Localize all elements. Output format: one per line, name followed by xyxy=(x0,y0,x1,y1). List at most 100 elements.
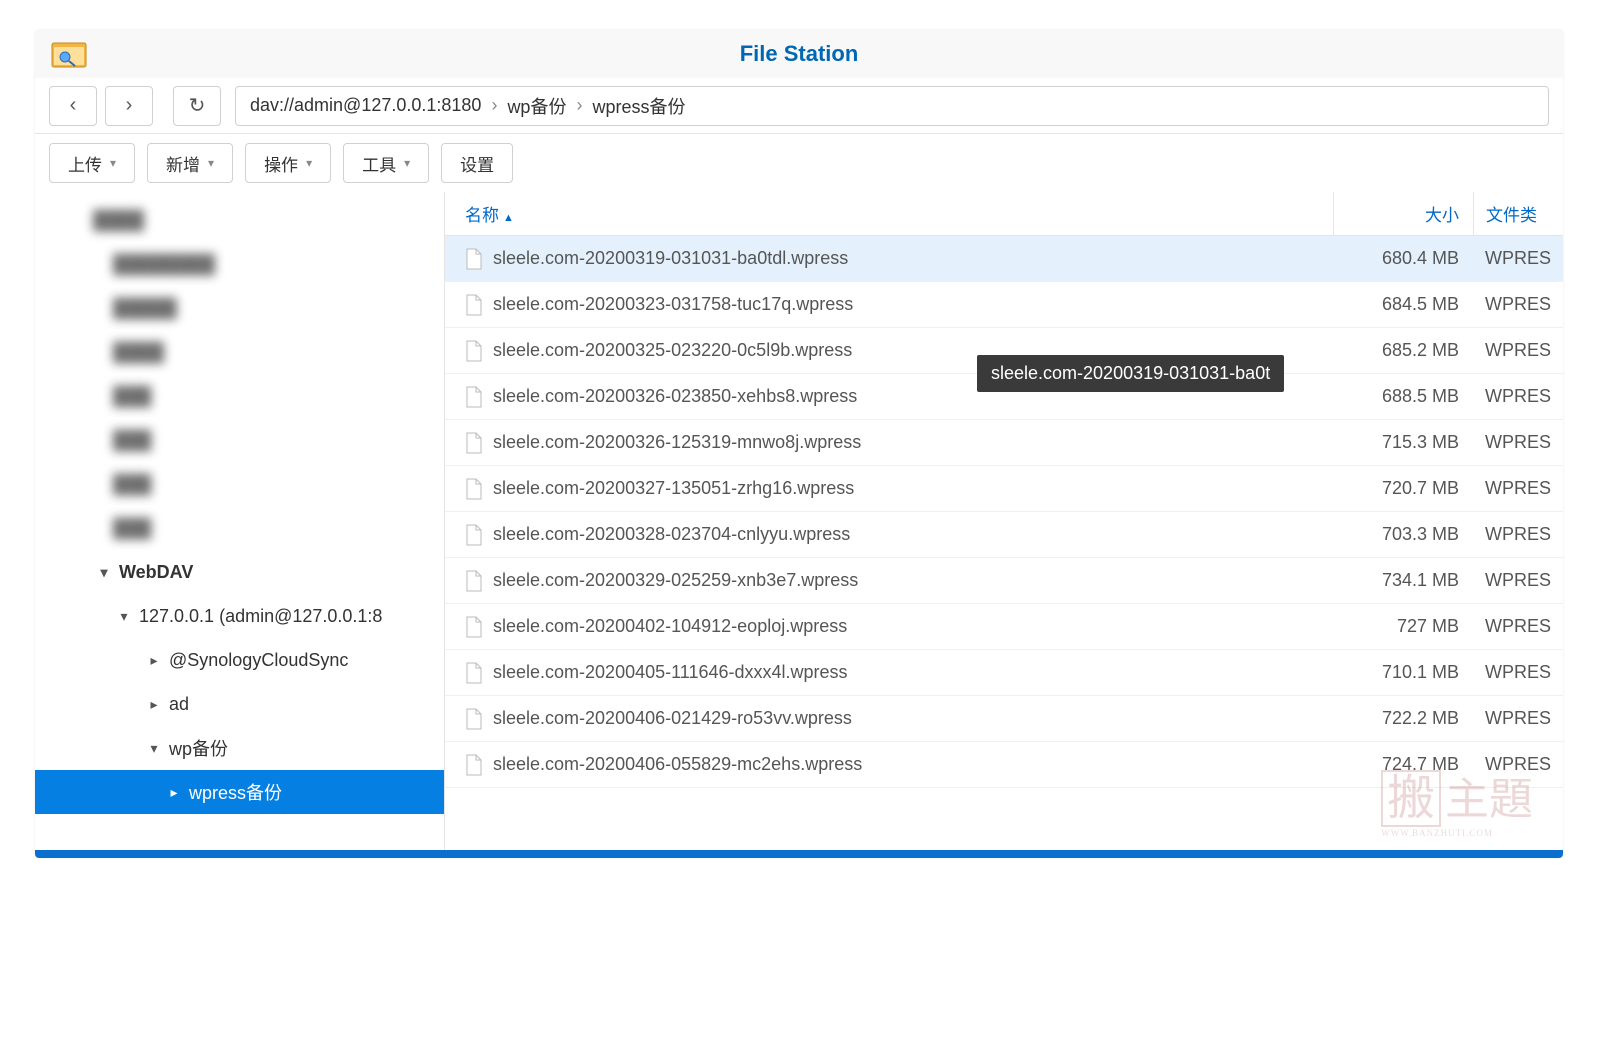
file-type: WPRES xyxy=(1473,294,1563,315)
breadcrumb[interactable]: dav://admin@127.0.0.1:8180 › wp备份 › wpre… xyxy=(235,86,1549,126)
tooltip: sleele.com-20200319-031031-ba0t xyxy=(977,355,1284,392)
table-header: 名称▲ 大小 文件类 xyxy=(445,192,1563,236)
file-size: 684.5 MB xyxy=(1333,294,1473,315)
refresh-button[interactable]: ↻ xyxy=(173,86,221,126)
file-type: WPRES xyxy=(1473,248,1563,269)
file-station-window: File Station ‹ › ↻ dav://admin@127.0.0.1… xyxy=(35,30,1563,858)
file-size: 680.4 MB xyxy=(1333,248,1473,269)
tool-button[interactable]: 工具▾ xyxy=(343,143,429,183)
file-row[interactable]: sleele.com-20200405-111646-dxxx4l.wpress… xyxy=(445,650,1563,696)
file-size: 688.5 MB xyxy=(1333,386,1473,407)
forward-button[interactable]: › xyxy=(105,86,153,126)
tree-item-wpressbackup[interactable]: ▸ wpress备份 xyxy=(35,770,444,814)
file-name: sleele.com-20200402-104912-eoploj.wpress xyxy=(493,616,847,637)
tree-item-blurred[interactable]: ███ xyxy=(35,462,444,506)
caret-down-icon: ▾ xyxy=(110,156,116,170)
file-row[interactable]: sleele.com-20200323-031758-tuc17q.wpress… xyxy=(445,282,1563,328)
file-size: 685.2 MB xyxy=(1333,340,1473,361)
settings-button[interactable]: 设置 xyxy=(441,143,513,183)
file-icon xyxy=(465,432,483,454)
tree-item-wpbackup[interactable]: ▾ wp备份 xyxy=(35,726,444,770)
breadcrumb-folder-1[interactable]: wp备份 xyxy=(507,93,566,119)
file-icon xyxy=(465,524,483,546)
window-title: File Station xyxy=(740,41,859,67)
file-icon xyxy=(465,616,483,638)
file-size: 722.2 MB xyxy=(1333,708,1473,729)
watermark: 搬 主題 WWW.BANZHUTI.COM xyxy=(1381,758,1533,838)
file-row[interactable]: sleele.com-20200326-125319-mnwo8j.wpress… xyxy=(445,420,1563,466)
triangle-right-icon: ▸ xyxy=(163,784,185,801)
tree-item-blurred[interactable]: █████ xyxy=(35,286,444,330)
file-name: sleele.com-20200406-021429-ro53vv.wpress xyxy=(493,708,852,729)
file-icon xyxy=(465,754,483,776)
tree-item-blurred[interactable]: ████ xyxy=(35,330,444,374)
file-type: WPRES xyxy=(1473,478,1563,499)
action-button[interactable]: 操作▾ xyxy=(245,143,331,183)
add-button[interactable]: 新增▾ xyxy=(147,143,233,183)
file-name-cell: sleele.com-20200405-111646-dxxx4l.wpress xyxy=(445,662,1333,684)
breadcrumb-root[interactable]: dav://admin@127.0.0.1:8180 xyxy=(250,95,481,116)
triangle-down-icon: ▾ xyxy=(143,740,165,757)
file-name-cell: sleele.com-20200406-055829-mc2ehs.wpress xyxy=(445,754,1333,776)
file-icon xyxy=(465,248,483,270)
tree-item-ad[interactable]: ▸ ad xyxy=(35,682,444,726)
file-type: WPRES xyxy=(1473,386,1563,407)
sidebar[interactable]: ████ ████████ █████ ████ ███ ███ ███ ███… xyxy=(35,192,445,858)
file-icon xyxy=(465,708,483,730)
tree-item-blurred[interactable]: ███ xyxy=(35,506,444,550)
file-name: sleele.com-20200327-135051-zrhg16.wpress xyxy=(493,478,854,499)
file-name-cell: sleele.com-20200323-031758-tuc17q.wpress xyxy=(445,294,1333,316)
column-type[interactable]: 文件类 xyxy=(1473,192,1563,235)
file-type: WPRES xyxy=(1473,616,1563,637)
file-name: sleele.com-20200405-111646-dxxx4l.wpress xyxy=(493,662,848,683)
file-row[interactable]: sleele.com-20200406-021429-ro53vv.wpress… xyxy=(445,696,1563,742)
column-size[interactable]: 大小 xyxy=(1333,192,1473,235)
file-name: sleele.com-20200326-023850-xehbs8.wpress xyxy=(493,386,857,407)
file-type: WPRES xyxy=(1473,662,1563,683)
triangle-down-icon: ▾ xyxy=(113,608,135,625)
tree-item-webdav[interactable]: ▾ WebDAV xyxy=(35,550,444,594)
file-size: 703.3 MB xyxy=(1333,524,1473,545)
triangle-down-icon: ▾ xyxy=(93,564,115,581)
body: ████ ████████ █████ ████ ███ ███ ███ ███… xyxy=(35,192,1563,858)
tree-item-blurred[interactable]: ███ xyxy=(35,418,444,462)
file-row[interactable]: sleele.com-20200319-031031-ba0tdl.wpress… xyxy=(445,236,1563,282)
file-name: sleele.com-20200319-031031-ba0tdl.wpress xyxy=(493,248,848,269)
file-row[interactable]: sleele.com-20200327-135051-zrhg16.wpress… xyxy=(445,466,1563,512)
caret-down-icon: ▾ xyxy=(306,156,312,170)
file-type: WPRES xyxy=(1473,708,1563,729)
file-icon xyxy=(465,294,483,316)
toolbar: 上传▾ 新增▾ 操作▾ 工具▾ 设置 xyxy=(35,134,1563,192)
chevron-right-icon: › xyxy=(576,95,582,116)
chevron-left-icon: ‹ xyxy=(70,94,77,117)
tree-item-cloudsync[interactable]: ▸ @SynologyCloudSync xyxy=(35,638,444,682)
tree-item-blurred[interactable]: ████ xyxy=(35,198,444,242)
chevron-right-icon: › xyxy=(126,94,133,117)
file-name: sleele.com-20200328-023704-cnlyyu.wpress xyxy=(493,524,850,545)
file-name-cell: sleele.com-20200319-031031-ba0tdl.wpress xyxy=(445,248,1333,270)
breadcrumb-folder-2[interactable]: wpress备份 xyxy=(592,93,685,119)
file-name-cell: sleele.com-20200406-021429-ro53vv.wpress xyxy=(445,708,1333,730)
file-row[interactable]: sleele.com-20200328-023704-cnlyyu.wpress… xyxy=(445,512,1563,558)
folder-search-icon xyxy=(51,39,87,69)
titlebar: File Station xyxy=(35,30,1563,78)
tree-item-host[interactable]: ▾ 127.0.0.1 (admin@127.0.0.1:8 xyxy=(35,594,444,638)
triangle-right-icon: ▸ xyxy=(143,652,165,669)
refresh-icon: ↻ xyxy=(189,93,206,118)
tree-item-blurred[interactable]: ███ xyxy=(35,374,444,418)
file-size: 720.7 MB xyxy=(1333,478,1473,499)
file-row[interactable]: sleele.com-20200329-025259-xnb3e7.wpress… xyxy=(445,558,1563,604)
column-name[interactable]: 名称▲ xyxy=(445,201,1333,226)
file-name: sleele.com-20200326-125319-mnwo8j.wpress xyxy=(493,432,861,453)
tree-item-blurred[interactable]: ████████ xyxy=(35,242,444,286)
file-name-cell: sleele.com-20200329-025259-xnb3e7.wpress xyxy=(445,570,1333,592)
file-name-cell: sleele.com-20200326-125319-mnwo8j.wpress xyxy=(445,432,1333,454)
back-button[interactable]: ‹ xyxy=(49,86,97,126)
upload-button[interactable]: 上传▾ xyxy=(49,143,135,183)
file-type: WPRES xyxy=(1473,340,1563,361)
file-size: 734.1 MB xyxy=(1333,570,1473,591)
triangle-right-icon: ▸ xyxy=(143,696,165,713)
file-icon xyxy=(465,570,483,592)
file-row[interactable]: sleele.com-20200402-104912-eoploj.wpress… xyxy=(445,604,1563,650)
file-name: sleele.com-20200406-055829-mc2ehs.wpress xyxy=(493,754,862,775)
